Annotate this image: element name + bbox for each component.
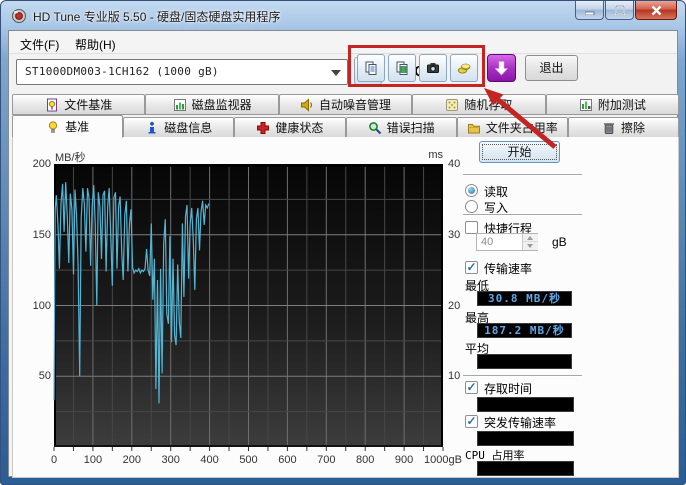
- transfer-rate-checkbox[interactable]: ✓: [465, 261, 478, 274]
- save-button[interactable]: [450, 54, 478, 82]
- client-area: 文件(F) 帮助(H) ST1000DM003-1CH162 (1000 gB)…: [8, 30, 678, 477]
- y-axis-right-label: ms: [413, 149, 443, 161]
- benchmark-chart: [54, 164, 443, 447]
- benchmark-tab-strip: 基准 磁盘信息 健康状态 错误扫描 文件夹占用率 擦除: [12, 115, 679, 138]
- y-left-tick: 150: [16, 229, 51, 241]
- health-cross-icon: [256, 121, 270, 135]
- tab-label: 自动噪音管理: [319, 96, 391, 113]
- read-radio-label: 读取: [484, 183, 508, 200]
- exit-button[interactable]: 退出: [525, 55, 578, 81]
- tab-file-benchmark[interactable]: 文件基准: [12, 94, 145, 115]
- stepper-up-icon[interactable]: [523, 234, 538, 242]
- extra-tests-icon: [579, 98, 593, 112]
- copy-text-icon: [364, 61, 378, 75]
- read-radio[interactable]: [465, 184, 478, 197]
- tab-extra-tests[interactable]: 附加测试: [546, 94, 679, 115]
- tab-disk-monitor[interactable]: 磁盘监视器: [145, 94, 278, 115]
- y-left-tick: 200: [16, 158, 51, 170]
- access-time-value-box: [477, 397, 574, 412]
- burst-rate-checkbox[interactable]: ✓: [465, 415, 478, 428]
- copy-image-button[interactable]: [388, 54, 416, 82]
- y-right-tick: 30: [448, 229, 460, 241]
- menu-file[interactable]: 文件(F): [16, 35, 63, 54]
- cpu-usage-value-box: [477, 461, 574, 476]
- trash-icon: [602, 121, 616, 135]
- tab-label: 文件夹占用率: [486, 119, 558, 136]
- camera-icon: [426, 61, 440, 75]
- short-stroke-unit: gB: [552, 235, 567, 249]
- tab-auto-acoustic[interactable]: 自动噪音管理: [279, 94, 412, 115]
- benchmark-icon: [46, 120, 60, 134]
- chevron-down-icon: [331, 70, 341, 76]
- write-radio[interactable]: [465, 200, 478, 213]
- magnifier-icon: [368, 121, 382, 135]
- tab-label: 附加测试: [598, 96, 646, 113]
- drive-select[interactable]: ST1000DM003-1CH162 (1000 gB): [16, 59, 348, 85]
- title-bar: HD Tune 专业版 5.50 - 硬盘/固态硬盘实用程序: [1, 1, 685, 30]
- speaker-icon: [300, 98, 314, 112]
- tab-benchmark[interactable]: 基准: [12, 115, 123, 138]
- copy-image-icon: [395, 61, 409, 75]
- benchmark-page: MB/秒 ms 20015010050403020100100200300400…: [12, 137, 679, 478]
- start-button[interactable]: 开始: [479, 141, 560, 163]
- access-time-label: 存取时间: [484, 380, 532, 397]
- max-value-box: 187.2 MB/秒: [477, 323, 572, 338]
- separator: [463, 375, 582, 377]
- tab-label: 擦除: [621, 119, 645, 136]
- tab-label: 错误扫描: [387, 119, 435, 136]
- download-button[interactable]: [487, 54, 516, 82]
- screenshot-button[interactable]: [419, 54, 447, 82]
- coins-icon: [457, 61, 471, 75]
- transfer-rate-label: 传输速率: [484, 260, 532, 277]
- tab-label: 文件基准: [64, 96, 112, 113]
- maximize-button[interactable]: [605, 1, 634, 20]
- disk-monitor-icon: [173, 98, 187, 112]
- short-stroke-value: 40: [481, 236, 493, 248]
- y-left-tick: 50: [16, 370, 51, 382]
- tab-label: 随机存取: [464, 96, 512, 113]
- tab-label: 磁盘信息: [164, 119, 212, 136]
- tab-erase[interactable]: 擦除: [568, 117, 679, 138]
- folder-icon: [467, 121, 481, 135]
- feature-tab-strip: 文件基准 磁盘监视器 自动噪音管理 随机存取 附加测试: [12, 94, 679, 115]
- app-window: HD Tune 专业版 5.50 - 硬盘/固态硬盘实用程序 文件(F) 帮助(…: [0, 0, 686, 485]
- file-benchmark-icon: [45, 98, 59, 112]
- tab-disk-info[interactable]: 磁盘信息: [123, 117, 234, 138]
- menu-help[interactable]: 帮助(H): [71, 35, 120, 54]
- access-time-checkbox[interactable]: ✓: [465, 381, 478, 394]
- menu-bar: 文件(F) 帮助(H): [9, 31, 677, 54]
- info-icon: [145, 121, 159, 135]
- stepper-down-icon[interactable]: [523, 242, 538, 250]
- burst-rate-value-box: [477, 431, 574, 446]
- y-right-tick: 10: [448, 370, 460, 382]
- download-icon: [495, 61, 508, 76]
- minimize-button[interactable]: [575, 1, 604, 20]
- separator: [463, 214, 582, 216]
- y-axis-left-label: MB/秒: [55, 149, 86, 165]
- avg-value-box: [477, 354, 572, 369]
- tab-health[interactable]: 健康状态: [234, 117, 345, 138]
- min-value-box: 30.8 MB/秒: [477, 291, 572, 306]
- separator: [463, 174, 582, 176]
- tab-random-access[interactable]: 随机存取: [412, 94, 545, 115]
- window-title: HD Tune 专业版 5.50 - 硬盘/固态硬盘实用程序: [33, 8, 280, 25]
- close-button[interactable]: [635, 1, 677, 20]
- y-right-tick: 20: [448, 300, 460, 312]
- y-right-tick: 40: [448, 158, 460, 170]
- x-tick: 1000gB: [413, 454, 473, 466]
- tab-folder-usage[interactable]: 文件夹占用率: [457, 117, 568, 138]
- app-icon: [11, 8, 27, 24]
- tab-label: 基准: [65, 118, 89, 135]
- copy-text-button[interactable]: [357, 54, 385, 82]
- random-access-icon: [445, 98, 459, 112]
- chart-canvas: [54, 164, 443, 455]
- tab-label: 健康状态: [275, 119, 323, 136]
- y-left-tick: 100: [16, 300, 51, 312]
- tab-error-scan[interactable]: 错误扫描: [346, 117, 457, 138]
- drive-select-value: ST1000DM003-1CH162 (1000 gB): [25, 65, 219, 78]
- tab-label: 磁盘监视器: [192, 96, 252, 113]
- burst-rate-label: 突发传输速率: [484, 414, 556, 431]
- short-stroke-stepper[interactable]: 40: [476, 233, 538, 251]
